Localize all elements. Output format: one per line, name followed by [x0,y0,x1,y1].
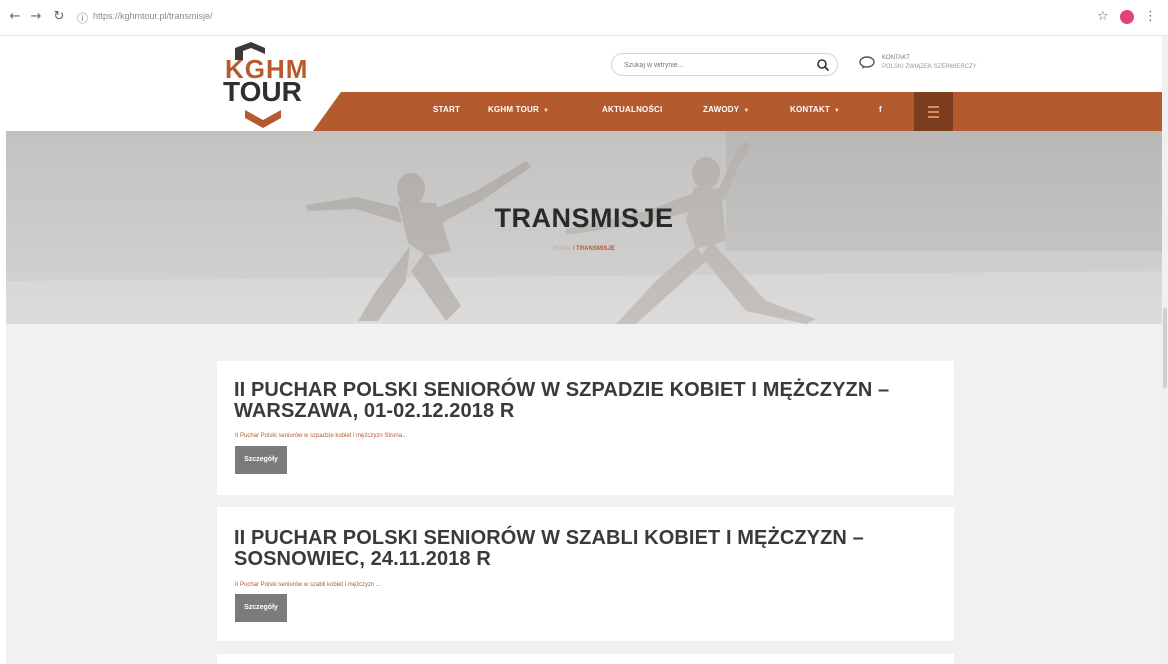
post-excerpt: II Puchar Polski seniorów w szpadzie kob… [235,433,408,439]
forward-arrow-icon[interactable]: → [29,10,43,24]
chat-bubble-icon [859,56,875,69]
site-info-icon[interactable]: ⓘ [77,10,91,25]
contact-label: KONTAKT [882,55,910,61]
details-button[interactable]: Szczegóły [235,446,287,474]
browser-menu-icon[interactable]: ⋮ [1144,9,1157,24]
facebook-icon[interactable]: f [879,105,882,114]
chevron-down-icon: ▼ [743,108,750,114]
chevron-down-icon: ▼ [833,108,841,114]
logo-text-tour: TOUR [223,76,302,107]
post-excerpt: II Puchar Polski seniorów w szabli kobie… [235,582,382,588]
post-card: II PUCHAR POLSKI SENIORÓW W SZPADZIE KOB… [217,361,954,495]
post-title[interactable]: II PUCHAR POLSKI SENIORÓW W SZABLI KOBIE… [234,528,934,570]
kghm-tour-logo[interactable]: KGHM TOUR [223,40,307,132]
address-bar[interactable]: https://kghmtour.pl/transmisje/ [93,11,213,21]
chevron-down-icon: ▼ [542,108,550,114]
nav-item-aktualnosci[interactable]: AKTUALNOŚCI [602,105,662,114]
nav-item-zawody[interactable]: ZAWODY ▼ [703,105,749,114]
page-scrollbar[interactable] [1162,36,1168,664]
breadcrumb-home[interactable]: HOME [553,246,571,252]
browser-toolbar: ← → ↻ ⓘ https://kghmtour.pl/transmisje/ … [0,0,1168,36]
search-icon[interactable] [816,58,830,72]
details-button[interactable]: Szczegóły [235,594,287,622]
page-title: TRANSMISJE [494,203,674,233]
nav-item-start[interactable]: START [433,105,460,114]
breadcrumb-current: TRANSMISJE [576,246,615,252]
back-arrow-icon[interactable]: ← [8,10,22,24]
profile-avatar[interactable] [1120,10,1134,24]
reload-icon[interactable]: ↻ [52,10,66,24]
post-title[interactable]: II PUCHAR POLSKI SENIORÓW W SZPADZIE KOB… [234,380,934,422]
search-box [611,53,838,76]
hamburger-menu-icon[interactable] [914,92,953,131]
breadcrumb: HOME / TRANSMISJE [0,246,1168,252]
search-input[interactable] [624,58,804,72]
logo-chevron-icon [245,110,281,128]
scrollbar-thumb[interactable] [1163,308,1167,388]
post-card [217,654,954,664]
post-card: II PUCHAR POLSKI SENIORÓW W SZABLI KOBIE… [217,507,954,641]
nav-item-kghm-tour[interactable]: KGHM TOUR ▼ [488,105,549,114]
contact-subtext: POLSKI ZWIĄZEK SZERMIERCZY [882,64,977,70]
nav-item-kontakt[interactable]: KONTAKT ▼ [790,105,840,114]
bookmark-star-icon[interactable]: ☆ [1097,9,1109,24]
